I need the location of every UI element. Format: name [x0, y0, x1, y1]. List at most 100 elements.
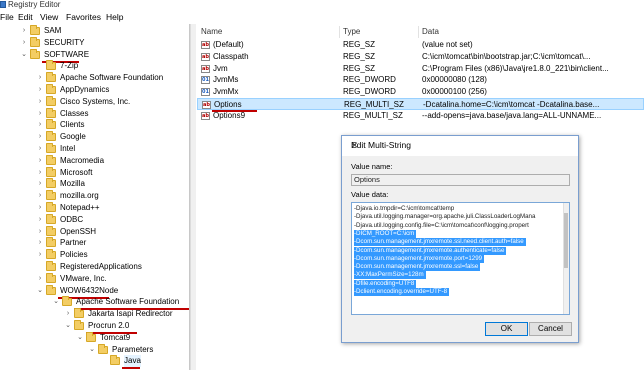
- dialog-title-bar: Edit Multi-String ✕: [342, 136, 578, 156]
- chevron-right-icon[interactable]: ›: [36, 167, 44, 179]
- folder-icon: [30, 36, 40, 47]
- folder-icon: [46, 72, 56, 83]
- value-name: JvmMs: [213, 75, 239, 85]
- value-name-field[interactable]: Options: [351, 174, 570, 186]
- cancel-button[interactable]: Cancel: [529, 322, 572, 336]
- column-header-data[interactable]: Data: [422, 26, 439, 38]
- chevron-right-icon[interactable]: ›: [64, 308, 72, 320]
- red-underline-annotation: [122, 367, 141, 370]
- menu-edit[interactable]: Edit: [18, 11, 33, 23]
- registry-value-row[interactable]: 01 JvmMx REG_DWORD 0x00000100 (256): [197, 86, 644, 98]
- folder-icon: [74, 308, 84, 319]
- scrollbar-thumb[interactable]: [564, 213, 568, 268]
- chevron-right-icon[interactable]: ›: [36, 131, 44, 143]
- binary-value-icon: 01: [201, 88, 210, 97]
- chevron-right-icon[interactable]: ›: [36, 237, 44, 249]
- registry-value-row[interactable]: ab Classpath REG_SZ C:\icm\tomcat\bin\boots…: [197, 51, 644, 63]
- menu-help[interactable]: Help: [106, 11, 123, 23]
- close-icon[interactable]: ✕: [351, 140, 572, 151]
- value-data: (value not set): [422, 40, 473, 49]
- column-divider[interactable]: [339, 26, 340, 38]
- chevron-down-icon[interactable]: ⌄: [20, 49, 28, 61]
- folder-icon: [46, 60, 56, 71]
- tree-node-label: Mozilla: [60, 179, 85, 189]
- tree-node-label: RegisteredApplications: [60, 262, 142, 271]
- value-type: REG_SZ: [343, 40, 376, 49]
- string-value-icon: ab: [201, 41, 210, 49]
- value-name: Classpath: [213, 51, 249, 61]
- chevron-down-icon[interactable]: ⌄: [64, 320, 72, 332]
- folder-icon: [46, 261, 56, 271]
- chevron-down-icon[interactable]: ⌄: [76, 332, 84, 344]
- chevron-right-icon[interactable]: ›: [36, 119, 44, 131]
- tree-node-label: Microsoft: [60, 167, 93, 177]
- chevron-right-icon[interactable]: ›: [36, 108, 44, 120]
- value-data-line: -Dcom.sun.management.jmxremote.authentic…: [354, 246, 507, 255]
- tree-node-label: OpenSSH: [60, 226, 97, 236]
- tree-node-label: Java: [124, 355, 141, 368]
- registry-tree[interactable]: › SAM › SECURITY ⌄ SOFTWARE 7-Zip › Apache Softw…: [0, 24, 190, 370]
- chevron-right-icon[interactable]: ›: [20, 37, 28, 49]
- tree-node-label: Parameters: [112, 344, 154, 354]
- vertical-scrollbar[interactable]: [563, 203, 569, 314]
- tree-splitter[interactable]: [190, 24, 196, 370]
- chevron-down-icon[interactable]: ⌄: [88, 344, 96, 356]
- chevron-right-icon[interactable]: ›: [36, 214, 44, 226]
- value-type: REG_SZ: [343, 51, 376, 61]
- column-header-name[interactable]: Name: [201, 26, 222, 38]
- value-type: REG_SZ: [343, 63, 376, 73]
- string-value-icon: ab: [201, 111, 210, 120]
- chevron-right-icon[interactable]: ›: [36, 155, 44, 167]
- value-data-textarea[interactable]: -Djava.io.tmpdir=C:\icm\tomcat\temp -Djav…: [351, 202, 570, 315]
- tree-node-label: SECURITY: [44, 37, 85, 47]
- value-type: REG_DWORD: [343, 87, 396, 97]
- chevron-right-icon[interactable]: ›: [20, 25, 28, 37]
- folder-icon: [62, 296, 72, 307]
- folder-icon: [74, 320, 84, 330]
- string-value-icon: ab: [201, 64, 210, 73]
- folder-icon: [46, 237, 56, 248]
- ok-button[interactable]: OK: [485, 322, 528, 336]
- value-name-label: Value name:: [351, 162, 393, 171]
- folder-icon: [46, 272, 56, 283]
- menu-favorites[interactable]: Favorites: [66, 11, 101, 23]
- folder-icon: [30, 25, 40, 35]
- chevron-down-icon[interactable]: ⌄: [36, 285, 44, 297]
- menu-view[interactable]: View: [40, 11, 58, 23]
- chevron-right-icon[interactable]: ›: [36, 72, 44, 84]
- chevron-right-icon[interactable]: ›: [36, 190, 44, 202]
- chevron-right-icon[interactable]: ›: [36, 96, 44, 108]
- tree-node-label: Macromedia: [60, 155, 105, 165]
- registry-value-row[interactable]: ab Options REG_MULTI_SZ -Dcatalina.home=C:\…: [197, 98, 644, 112]
- value-name: Options9: [213, 110, 246, 120]
- string-value-icon: ab: [201, 52, 210, 61]
- tree-node-label: Notepad++: [60, 203, 100, 212]
- chevron-down-icon[interactable]: ⌄: [52, 296, 60, 308]
- tree-node-label: AppDynamics: [60, 85, 110, 94]
- value-data: --add-opens=java.base/java.lang=ALL-UNNA…: [422, 110, 602, 120]
- column-divider[interactable]: [418, 26, 419, 38]
- chevron-right-icon[interactable]: ›: [36, 178, 44, 190]
- chevron-right-icon[interactable]: ›: [36, 202, 44, 214]
- tree-node-label: WOW6432Node: [60, 285, 119, 295]
- folder-icon: [86, 331, 96, 342]
- registry-value-row[interactable]: ab (Default) REG_SZ (value not set): [197, 39, 644, 51]
- menu-bar: File Edit View Favorites Help: [0, 11, 644, 23]
- folder-icon: [110, 355, 120, 366]
- value-data-label: Value data:: [351, 190, 389, 199]
- menu-file[interactable]: File: [0, 11, 14, 23]
- chevron-right-icon[interactable]: ›: [36, 273, 44, 285]
- chevron-right-icon[interactable]: ›: [36, 84, 44, 96]
- registry-value-row[interactable]: ab Options9 REG_MULTI_SZ --add-opens=java.b…: [197, 110, 644, 122]
- tree-node-label: SAM: [44, 26, 62, 35]
- tree-node-label: 7-Zip: [60, 61, 79, 71]
- chevron-right-icon[interactable]: ›: [36, 226, 44, 238]
- value-data-line: -Djava.util.logging.config.file=C:\icm\t…: [354, 221, 529, 229]
- binary-value-icon: 01: [201, 76, 210, 85]
- chevron-right-icon[interactable]: ›: [36, 249, 44, 261]
- column-header-type[interactable]: Type: [343, 26, 360, 38]
- registry-value-row[interactable]: ab Jvm REG_SZ C:\Program Files (x86)\Java\j…: [197, 63, 644, 75]
- chevron-right-icon[interactable]: ›: [36, 143, 44, 155]
- folder-icon: [46, 284, 56, 295]
- registry-value-row[interactable]: 01 JvmMs REG_DWORD 0x00000080 (128): [197, 74, 644, 86]
